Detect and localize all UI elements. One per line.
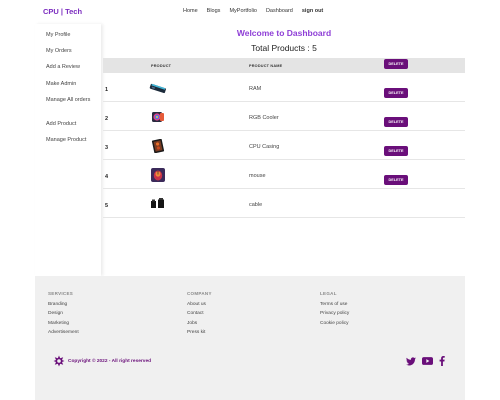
delete-button[interactable]: DELETE	[384, 88, 408, 98]
sidebar-item-make-admin[interactable]: Make Admin	[46, 81, 96, 89]
footer-heading: COMPANY	[187, 291, 212, 296]
row-number: 3	[105, 145, 109, 151]
dashboard-sidebar: My Profile My Orders Add a Review Make A…	[35, 24, 101, 276]
mouse-icon	[151, 168, 165, 182]
logo-icon	[53, 355, 65, 367]
nav-sign-out[interactable]: sign out	[302, 8, 323, 14]
row-number: 4	[105, 174, 109, 180]
sidebar-item-my-profile[interactable]: My Profile	[46, 32, 96, 40]
nav-blogs[interactable]: Blogs	[207, 8, 221, 14]
youtube-icon[interactable]	[422, 357, 433, 365]
site-footer: SERVICES Branding Design Marketing Adver…	[35, 276, 465, 400]
brand-logo[interactable]: CPU | Tech	[43, 7, 82, 16]
row-number: 1	[105, 87, 109, 93]
sidebar-item-manage-product[interactable]: Manage Product	[46, 137, 96, 145]
footer-link-contact[interactable]: Contact	[187, 311, 212, 316]
delete-button[interactable]: DELETE	[384, 117, 408, 127]
column-header-product-name: PRODUCT NAME	[249, 64, 283, 68]
product-name: CPU Casing	[249, 144, 280, 150]
footer-link-press-kit[interactable]: Press kit	[187, 330, 212, 335]
delete-button[interactable]: DELETE	[384, 146, 408, 156]
main-nav: Home Blogs MyPortfolio Dashboard sign ou…	[183, 8, 323, 14]
sidebar-item-add-review[interactable]: Add a Review	[46, 64, 96, 72]
product-name: RAM	[249, 86, 262, 92]
total-products: Total Products : 5	[251, 43, 317, 53]
footer-link-marketing[interactable]: Marketing	[48, 321, 79, 326]
footer-link-about-us[interactable]: About us	[187, 302, 212, 307]
sidebar-item-my-orders[interactable]: My Orders	[46, 48, 96, 56]
table-header: PRODUCT PRODUCT NAME DELETE	[103, 58, 465, 73]
nav-myportfolio[interactable]: MyPortfolio	[229, 8, 257, 14]
nav-dashboard[interactable]: Dashboard	[266, 8, 293, 14]
product-name: RGB Cooler	[249, 115, 279, 121]
copyright: Copyright © 2022 - All right reserved	[53, 355, 151, 367]
product-name: mouse	[249, 173, 266, 179]
footer-link-jobs[interactable]: Jobs	[187, 321, 212, 326]
top-navbar: CPU | Tech Home Blogs MyPortfolio Dashbo…	[0, 0, 500, 24]
row-number: 2	[105, 116, 109, 122]
footer-heading: LEGAL	[320, 291, 337, 296]
row-number: 5	[105, 203, 109, 209]
footer-link-design[interactable]: Design	[48, 311, 79, 316]
table-row: 4 mouse DELETE	[103, 146, 465, 189]
table-row: 2 RGB Cooler DELETE	[103, 88, 465, 131]
column-header-product: PRODUCT	[151, 64, 172, 68]
footer-legal: LEGAL Terms of use Privacy policy Cookie…	[320, 291, 349, 330]
footer-link-branding[interactable]: Branding	[48, 302, 79, 307]
footer-heading: SERVICES	[48, 291, 74, 296]
nav-home[interactable]: Home	[183, 8, 198, 14]
footer-company: COMPANY About us Contact Jobs Press kit	[187, 291, 212, 339]
casing-icon	[151, 139, 165, 153]
delete-button[interactable]: DELETE	[384, 59, 408, 69]
cooler-icon	[152, 112, 164, 122]
cable-icon	[151, 198, 164, 208]
sidebar-item-manage-orders[interactable]: Manage All orders	[46, 97, 96, 105]
copyright-text: Copyright © 2022 - All right reserved	[68, 358, 152, 364]
table-row: 3 CPU Casing DELETE	[103, 117, 465, 160]
ram-icon	[149, 83, 166, 94]
footer-link-privacy[interactable]: Privacy policy	[320, 311, 349, 316]
sidebar-item-add-product[interactable]: Add Product	[46, 121, 96, 129]
footer-link-terms[interactable]: Terms of use	[320, 302, 349, 307]
table-row: 5 cable DELETE	[103, 175, 465, 218]
twitter-icon[interactable]	[406, 356, 416, 366]
welcome-heading: Welcome to Dashboard	[236, 28, 332, 38]
facebook-icon[interactable]	[439, 356, 445, 366]
footer-link-advertisement[interactable]: Advertisement	[48, 330, 79, 335]
delete-button[interactable]: DELETE	[384, 175, 408, 185]
table-row: 1 RAM DELETE	[103, 59, 465, 102]
footer-services: SERVICES Branding Design Marketing Adver…	[48, 291, 79, 339]
social-links	[406, 356, 445, 366]
product-name: cable	[249, 202, 263, 208]
footer-link-cookie[interactable]: Cookie policy	[320, 321, 349, 326]
